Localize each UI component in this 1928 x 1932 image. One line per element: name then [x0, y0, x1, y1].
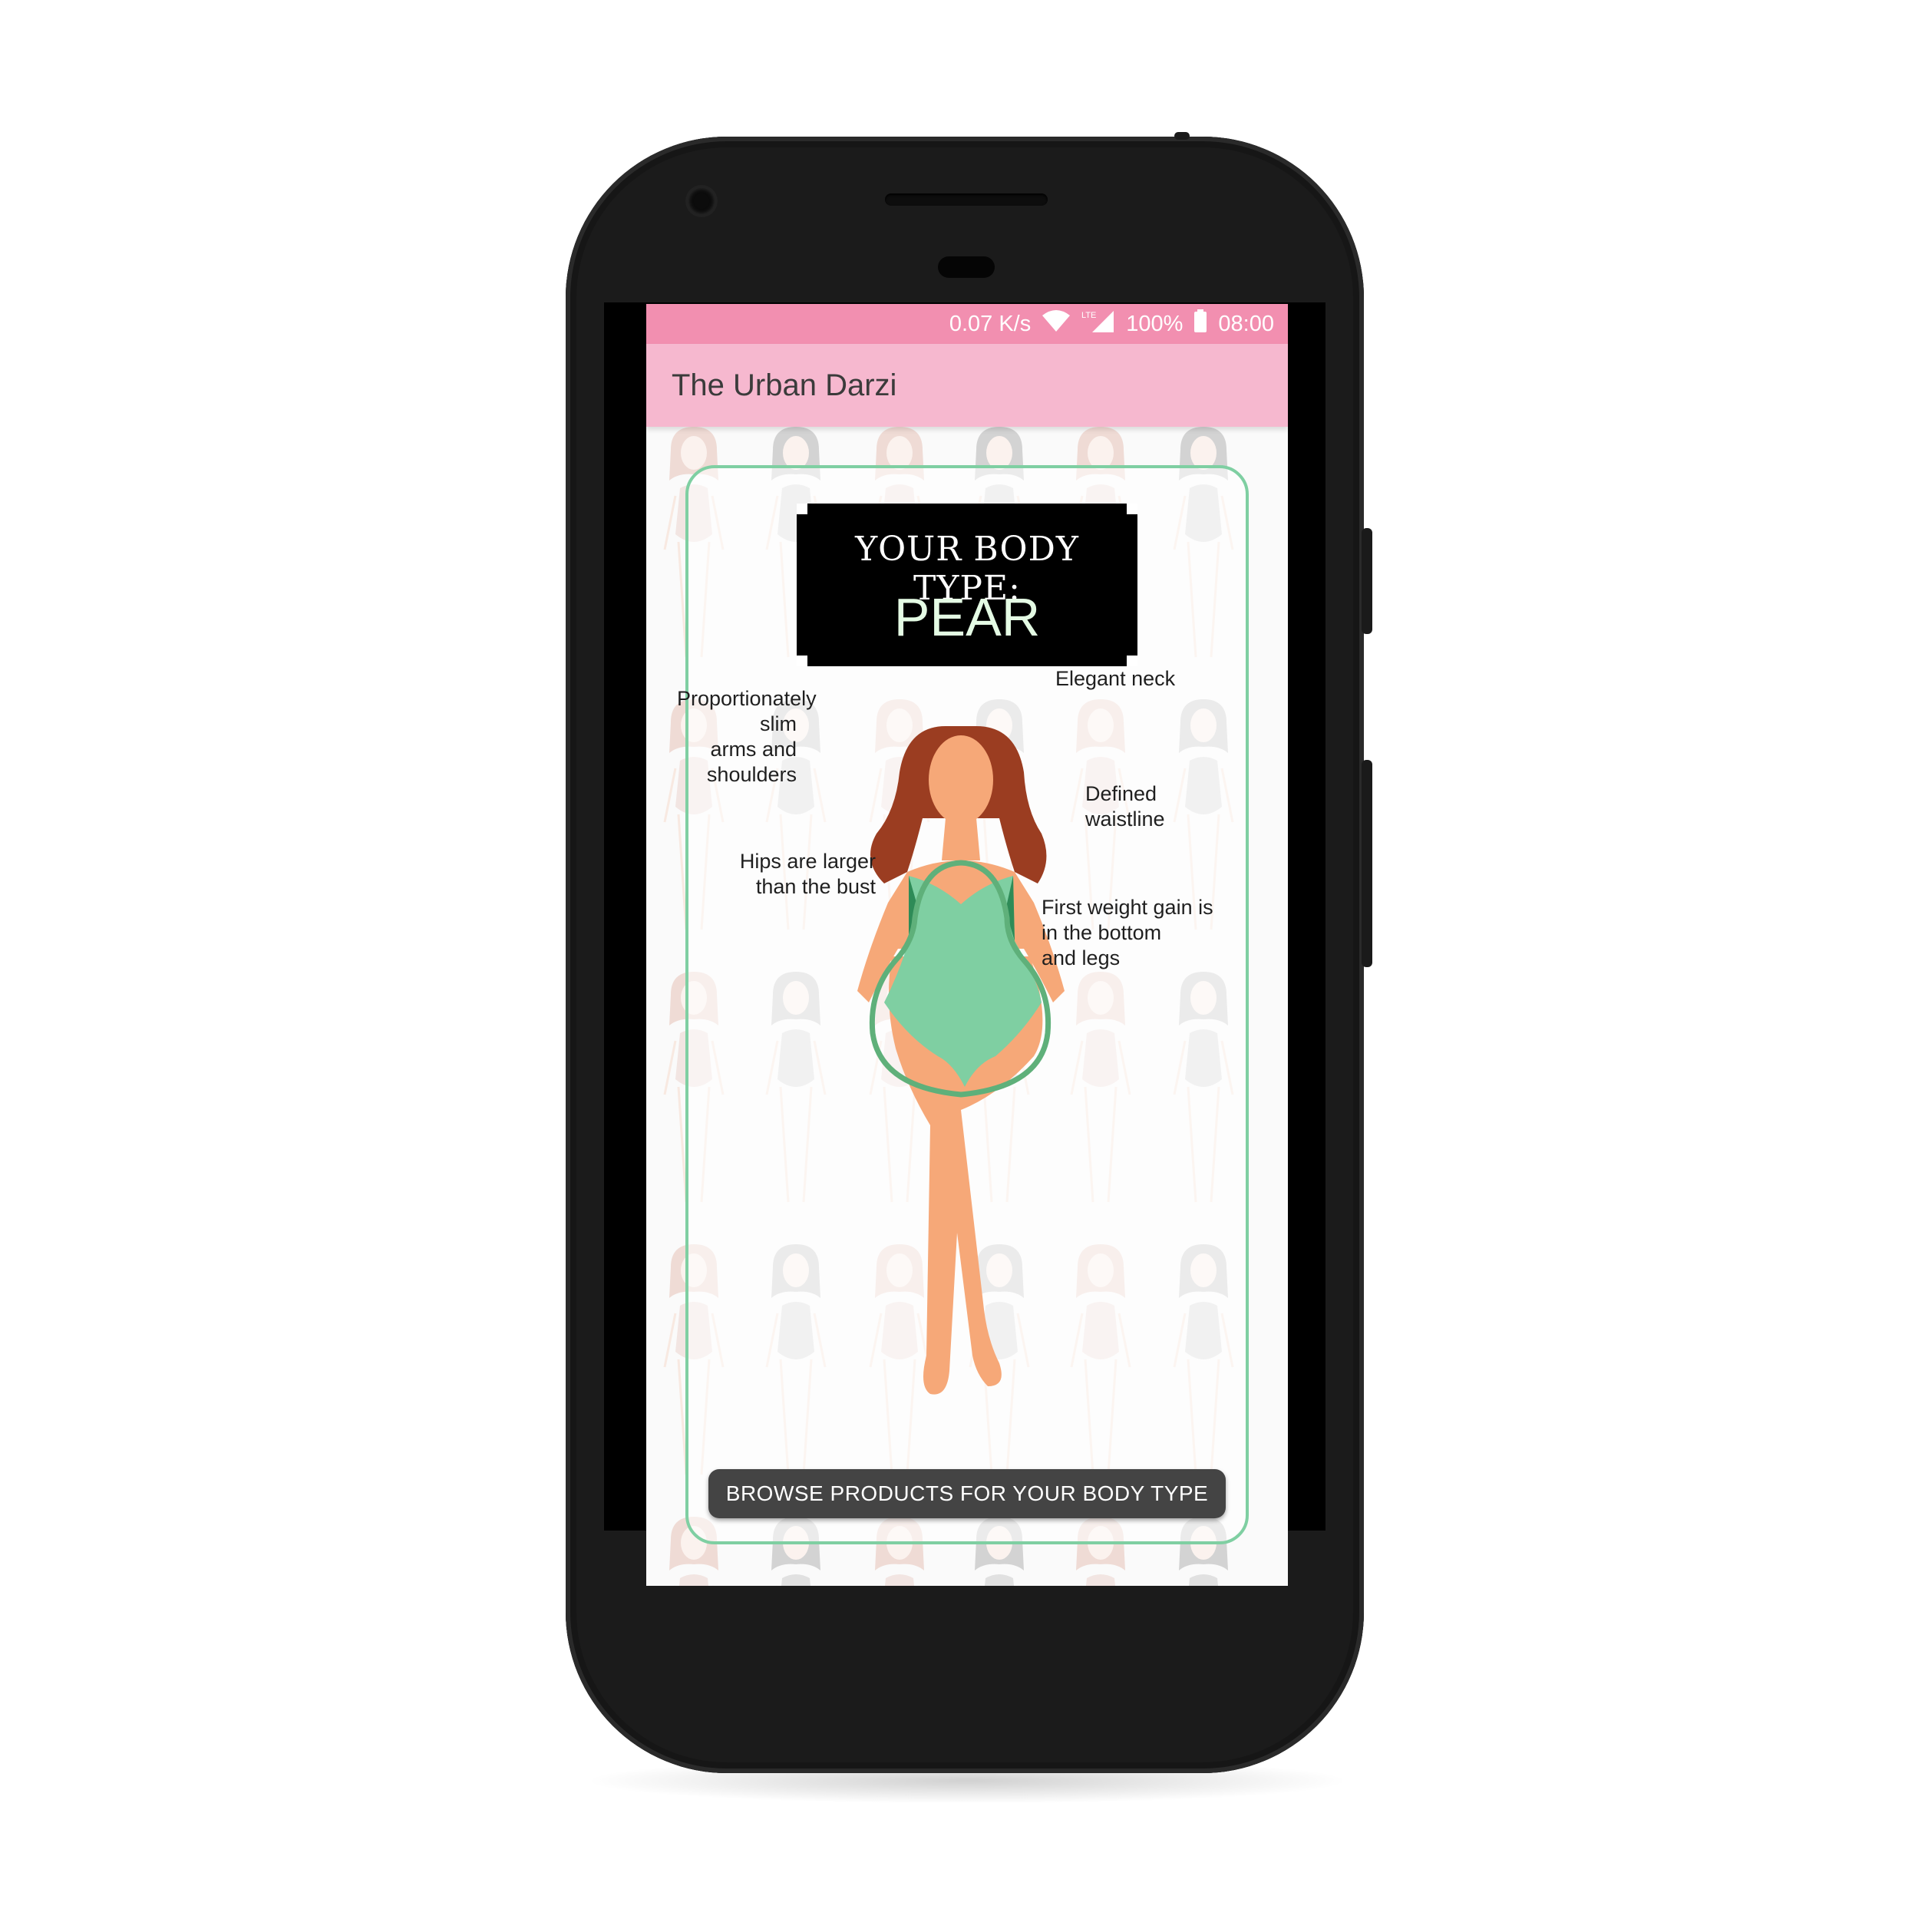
proximity-sensor [938, 256, 995, 278]
note-weight-line1: First weight gain is [1042, 896, 1213, 919]
pear-body-illustration [857, 726, 1065, 1395]
note-weight-line3: and legs [1042, 946, 1121, 969]
status-bar: 0.07 K/s LTE 100% 08:00 [646, 304, 1288, 344]
battery-percent: 100% [1126, 311, 1184, 336]
badge-corner-tr [1127, 504, 1137, 514]
body-type-badge: YOUR BODY TYPE: PEAR [797, 504, 1137, 666]
badge-corner-bl [797, 656, 807, 666]
badge-corner-tl [797, 504, 807, 514]
app-screen: 0.07 K/s LTE 100% 08:00 The Urban Darzi [646, 304, 1288, 1586]
note-weight-line2: in the bottom [1042, 921, 1162, 944]
network-speed: 0.07 K/s [949, 311, 1032, 336]
top-notch [1174, 132, 1190, 140]
browse-products-button[interactable]: BROWSE PRODUCTS FOR YOUR BODY TYPE [708, 1469, 1226, 1518]
front-camera-icon [688, 188, 715, 214]
app-title: The Urban Darzi [672, 368, 897, 402]
note-arms-line2: arms and shoulders [706, 738, 797, 786]
earpiece-speaker [885, 193, 1048, 206]
note-arms: Proportionately slim arms and shoulders [677, 686, 817, 788]
body-type-value: PEAR [893, 587, 1041, 647]
note-neck: Elegant neck [1055, 666, 1175, 692]
power-button [1362, 528, 1372, 634]
wifi-icon [1042, 309, 1071, 339]
note-waist: Defined waistline [1085, 781, 1165, 832]
note-arms-line1: Proportionately slim [677, 687, 817, 735]
badge-corner-br [1127, 656, 1137, 666]
volume-button [1362, 760, 1372, 967]
note-hips: Hips are larger than the bust [718, 849, 876, 900]
lte-label: LTE [1081, 311, 1096, 320]
signal-icon: LTE [1081, 309, 1115, 339]
note-neck-line1: Elegant neck [1055, 667, 1176, 690]
battery-icon [1193, 309, 1207, 339]
note-waist-line1: Defined [1085, 782, 1157, 805]
note-hips-line2: than the bust [755, 875, 876, 898]
app-bar: The Urban Darzi [646, 344, 1288, 427]
clock: 08:00 [1218, 311, 1274, 336]
note-hips-line1: Hips are larger [739, 850, 876, 873]
note-weight: First weight gain is in the bottom and l… [1042, 895, 1213, 971]
content-area: YOUR BODY TYPE: PEAR Proportionately sli… [646, 427, 1288, 1586]
note-waist-line2: waistline [1085, 807, 1165, 831]
